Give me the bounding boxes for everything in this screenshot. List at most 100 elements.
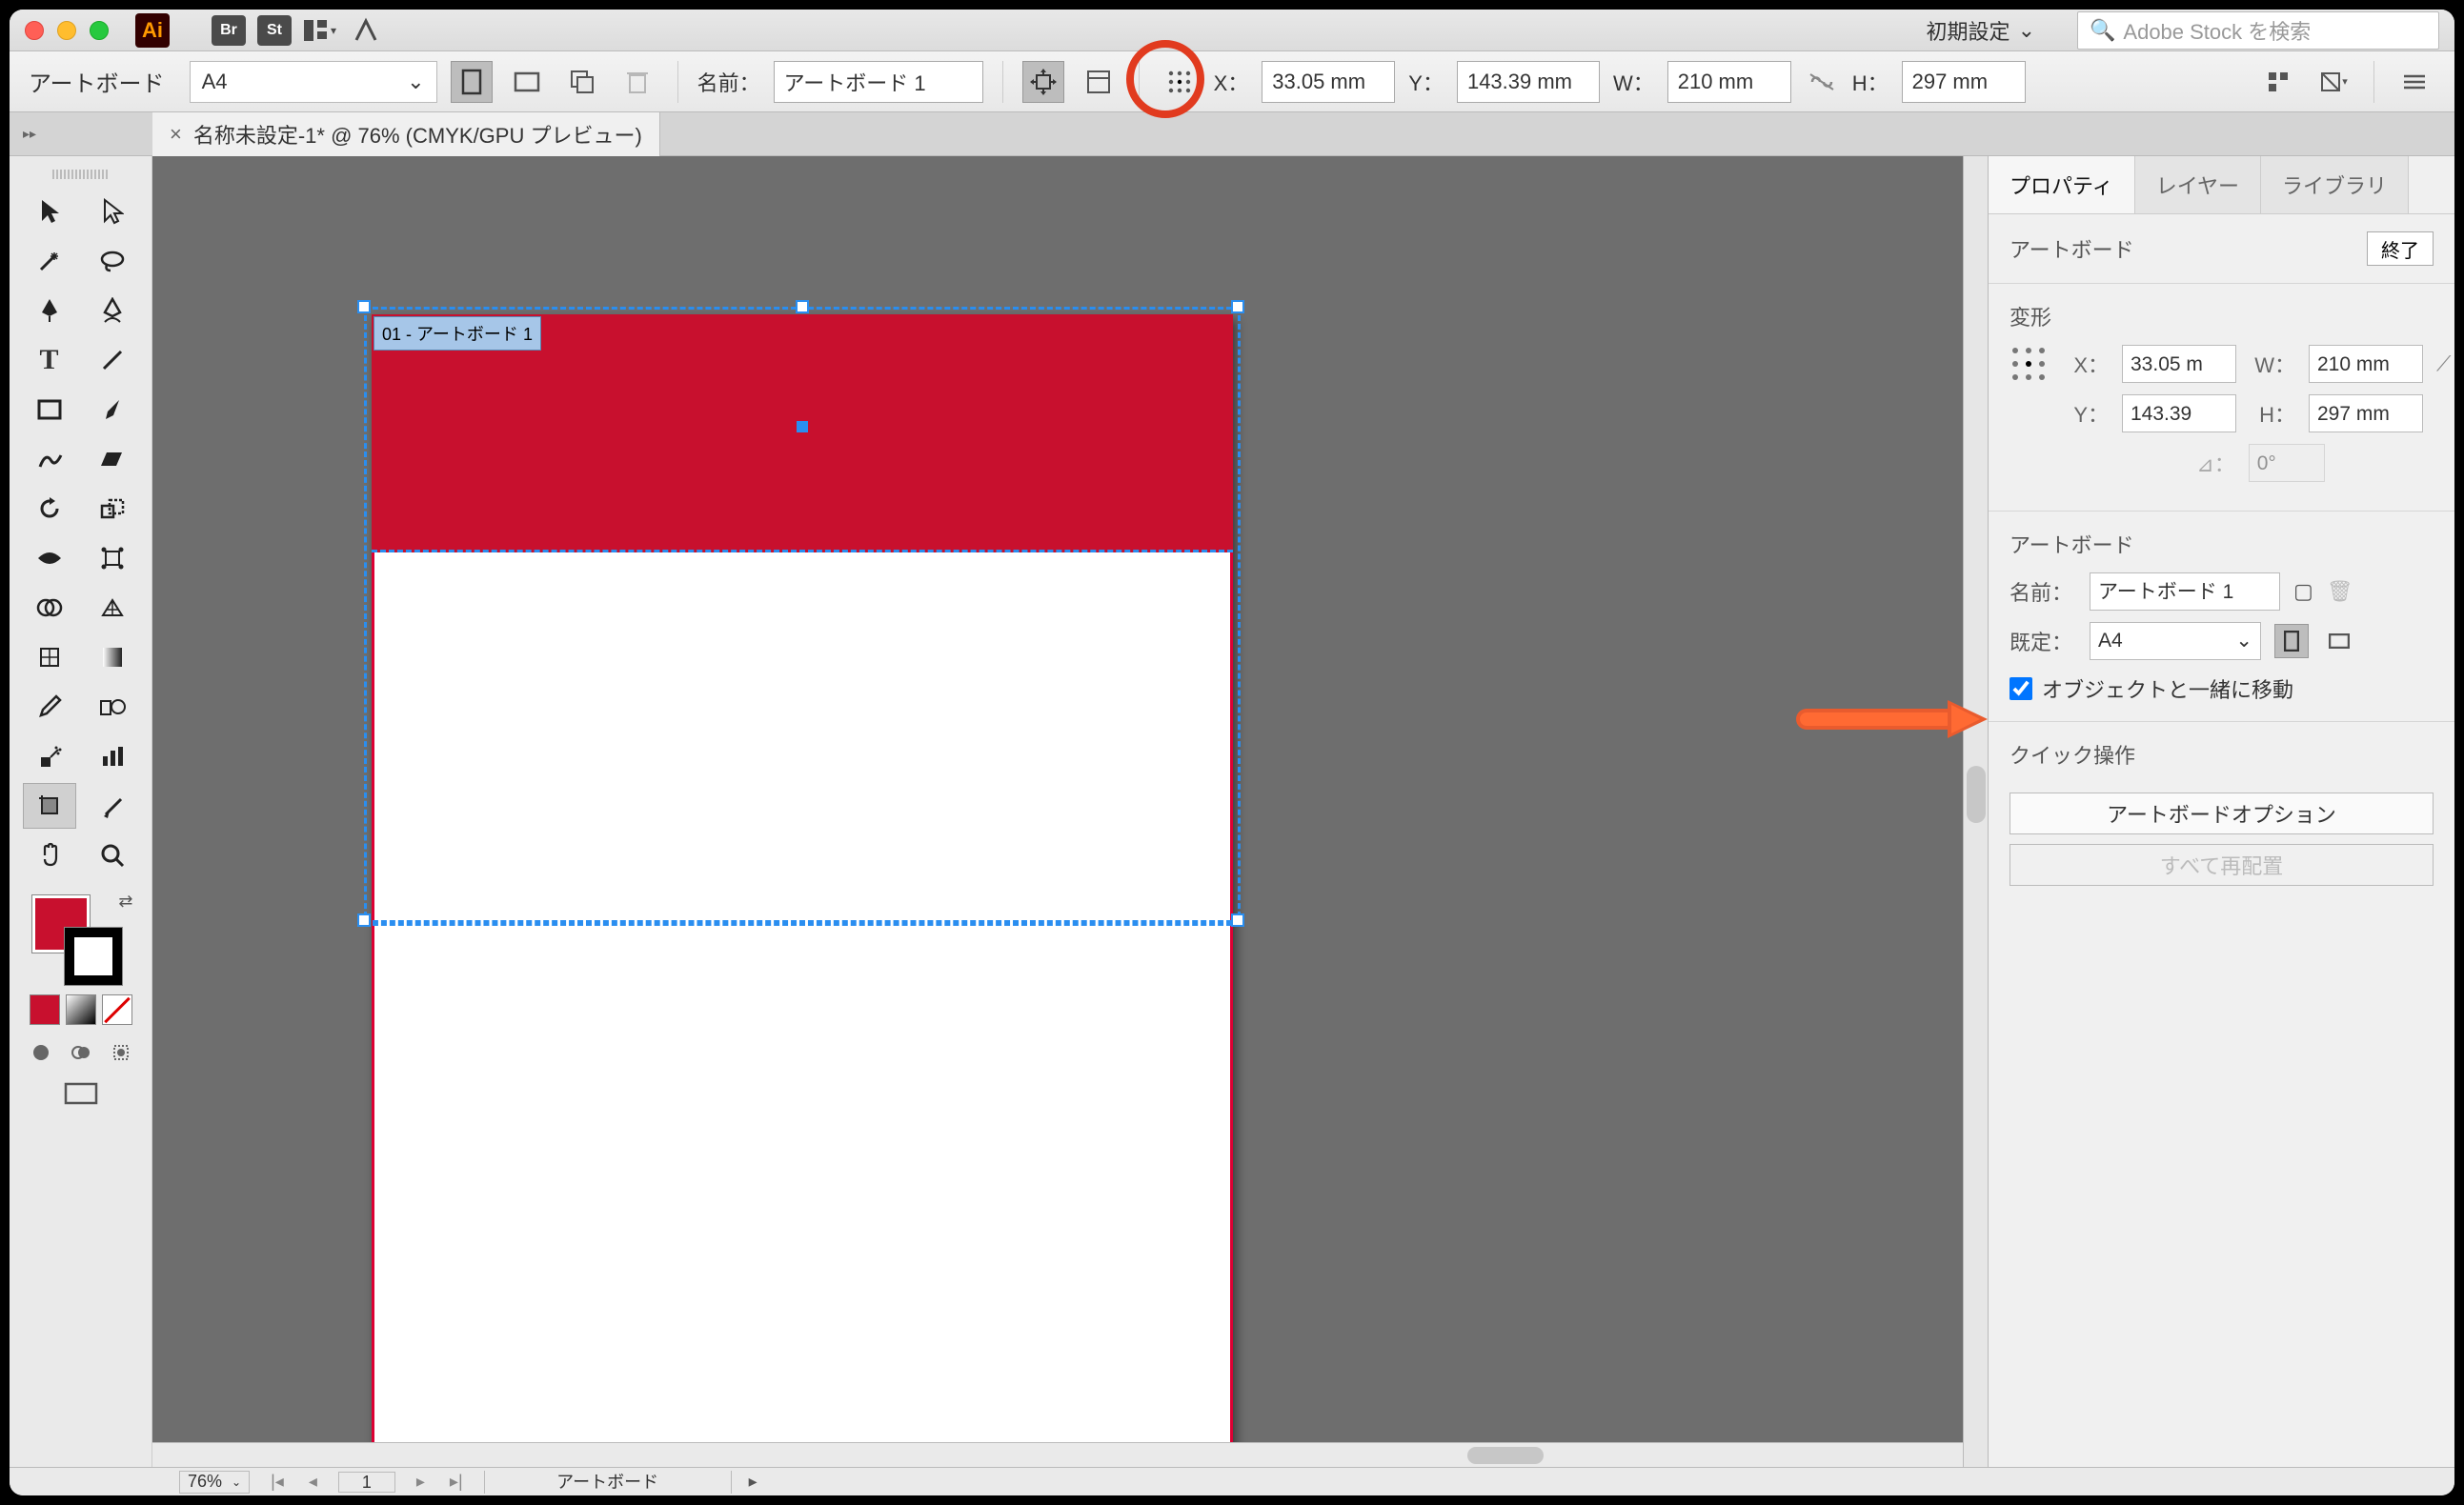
- ab-preset-select[interactable]: A4⌄: [2090, 622, 2261, 660]
- scroll-thumb[interactable]: [1967, 766, 1986, 823]
- panel-menu-icon[interactable]: [2393, 61, 2435, 103]
- stroke-color-icon[interactable]: [65, 928, 122, 985]
- selection-handle[interactable]: [1231, 300, 1244, 313]
- nav-forward-icon[interactable]: ▸: [749, 1472, 757, 1492]
- next-artboard-button[interactable]: ▸: [413, 1472, 429, 1492]
- y-input[interactable]: 143.39 mm: [1457, 61, 1600, 103]
- scroll-thumb[interactable]: [1467, 1447, 1544, 1464]
- slice-tool[interactable]: [86, 783, 139, 829]
- tab-properties[interactable]: プロパティ: [1989, 156, 2135, 213]
- paintbrush-tool[interactable]: [86, 387, 139, 432]
- direct-selection-tool[interactable]: [86, 189, 139, 234]
- first-artboard-button[interactable]: |◂: [267, 1472, 288, 1492]
- constrain-proportions-button[interactable]: [1805, 61, 1839, 103]
- screen-mode-button[interactable]: [62, 1080, 100, 1109]
- eraser-tool[interactable]: [86, 436, 139, 482]
- delete-artboard-icon[interactable]: 🗑: [2327, 579, 2353, 604]
- transform-panel-icon[interactable]: ▾: [2313, 61, 2354, 103]
- h-input[interactable]: 297 mm: [1902, 61, 2026, 103]
- rotate-tool[interactable]: [23, 486, 76, 532]
- move-with-objects-checkbox[interactable]: [2010, 677, 2032, 700]
- x-input[interactable]: 33.05 mm: [1262, 61, 1395, 103]
- magic-wand-tool[interactable]: [23, 238, 76, 284]
- artboard-number-input[interactable]: 1: [338, 1472, 395, 1493]
- artboard-tool[interactable]: [23, 783, 76, 829]
- shaper-tool[interactable]: [23, 436, 76, 482]
- draw-inside-icon[interactable]: [105, 1038, 137, 1067]
- selection-handle[interactable]: [796, 300, 809, 313]
- vertical-scrollbar[interactable]: [1963, 156, 1988, 1467]
- pen-tool[interactable]: [23, 288, 76, 333]
- artboard-preset-select[interactable]: A4 ⌄: [190, 61, 437, 103]
- scale-tool[interactable]: [86, 486, 139, 532]
- type-tool[interactable]: T: [23, 337, 76, 383]
- draw-behind-icon[interactable]: [65, 1038, 97, 1067]
- selection-handle[interactable]: [357, 913, 371, 927]
- none-color-icon[interactable]: [102, 994, 132, 1025]
- workspace-switcher[interactable]: 初期設定 ⌄: [1927, 15, 2035, 46]
- draw-normal-icon[interactable]: [25, 1038, 57, 1067]
- orientation-portrait-button[interactable]: [451, 61, 493, 103]
- ab-name-input[interactable]: アートボード 1: [2090, 572, 2280, 611]
- reference-point-icon[interactable]: [1159, 61, 1201, 103]
- column-graph-tool[interactable]: [86, 733, 139, 779]
- line-segment-tool[interactable]: [86, 337, 139, 383]
- tab-layers[interactable]: レイヤー: [2135, 156, 2261, 213]
- selection-handle[interactable]: [357, 300, 371, 313]
- horizontal-scrollbar[interactable]: [152, 1442, 1963, 1467]
- move-with-artboard-button[interactable]: [1022, 61, 1064, 103]
- panel-grip-icon[interactable]: [52, 170, 110, 179]
- constrain-icon[interactable]: ⟋: [2436, 351, 2451, 376]
- selection-handle[interactable]: [1231, 913, 1244, 927]
- selection-tool[interactable]: [23, 189, 76, 234]
- tab-libraries[interactable]: ライブラリ: [2261, 156, 2409, 213]
- solid-color-icon[interactable]: [30, 994, 60, 1025]
- expand-panels-icon[interactable]: ▸▸: [15, 120, 44, 149]
- artboard-name-input[interactable]: アートボード 1: [774, 61, 983, 103]
- zoom-tool[interactable]: [86, 833, 139, 878]
- artboard-options-button[interactable]: アートボードオプション: [2010, 793, 2434, 834]
- orientation-landscape-icon[interactable]: [2322, 624, 2356, 658]
- zoom-level-select[interactable]: 76% ⌄: [179, 1471, 250, 1494]
- fill-stroke-swatch[interactable]: ⇄: [29, 892, 133, 987]
- gpu-preview-icon[interactable]: [349, 15, 383, 46]
- new-artboard-icon[interactable]: ▢: [2293, 579, 2313, 604]
- perspective-grid-tool[interactable]: [86, 585, 139, 631]
- eyedropper-tool[interactable]: [23, 684, 76, 730]
- shape-builder-tool[interactable]: [23, 585, 76, 631]
- zoom-window-button[interactable]: [90, 21, 109, 40]
- stock-search-input[interactable]: 🔍 Adobe Stock を検索: [2077, 11, 2439, 50]
- transform-h-input[interactable]: 297 mm: [2309, 394, 2423, 432]
- transform-w-input[interactable]: 210 mm: [2309, 345, 2423, 383]
- artboard-nav-select[interactable]: アートボード: [484, 1471, 732, 1494]
- transform-x-input[interactable]: 33.05 m: [2122, 345, 2236, 383]
- arrange-documents-icon[interactable]: ▾: [303, 15, 337, 46]
- rectangle-tool[interactable]: [23, 387, 76, 432]
- gradient-tool[interactable]: [86, 634, 139, 680]
- hand-tool[interactable]: [23, 833, 76, 878]
- free-transform-tool[interactable]: [86, 535, 139, 581]
- mesh-tool[interactable]: [23, 634, 76, 680]
- align-icon[interactable]: [2257, 61, 2299, 103]
- prev-artboard-button[interactable]: ◂: [305, 1472, 321, 1492]
- orientation-portrait-icon[interactable]: [2274, 624, 2309, 658]
- document-tab[interactable]: × 名称未設定-1* @ 76% (CMYK/GPU プレビュー): [152, 112, 660, 156]
- last-artboard-button[interactable]: ▸|: [446, 1472, 467, 1492]
- gradient-color-icon[interactable]: [66, 994, 96, 1025]
- close-tab-button[interactable]: ×: [170, 122, 182, 147]
- delete-artboard-button[interactable]: [616, 61, 658, 103]
- swap-fill-stroke-icon[interactable]: ⇄: [118, 892, 132, 912]
- artboard-options-button[interactable]: [1078, 61, 1120, 103]
- minimize-window-button[interactable]: [57, 21, 76, 40]
- reference-point-grid[interactable]: [2010, 345, 2048, 493]
- exit-artboard-button[interactable]: 終了: [2367, 231, 2434, 266]
- bridge-button[interactable]: Br: [212, 15, 246, 46]
- w-input[interactable]: 210 mm: [1667, 61, 1791, 103]
- curvature-tool[interactable]: [86, 288, 139, 333]
- close-window-button[interactable]: [25, 21, 44, 40]
- blend-tool[interactable]: [86, 684, 139, 730]
- width-tool[interactable]: [23, 535, 76, 581]
- lasso-tool[interactable]: [86, 238, 139, 284]
- orientation-landscape-button[interactable]: [506, 61, 548, 103]
- canvas-area[interactable]: 01 - アートボード 1: [152, 156, 1988, 1467]
